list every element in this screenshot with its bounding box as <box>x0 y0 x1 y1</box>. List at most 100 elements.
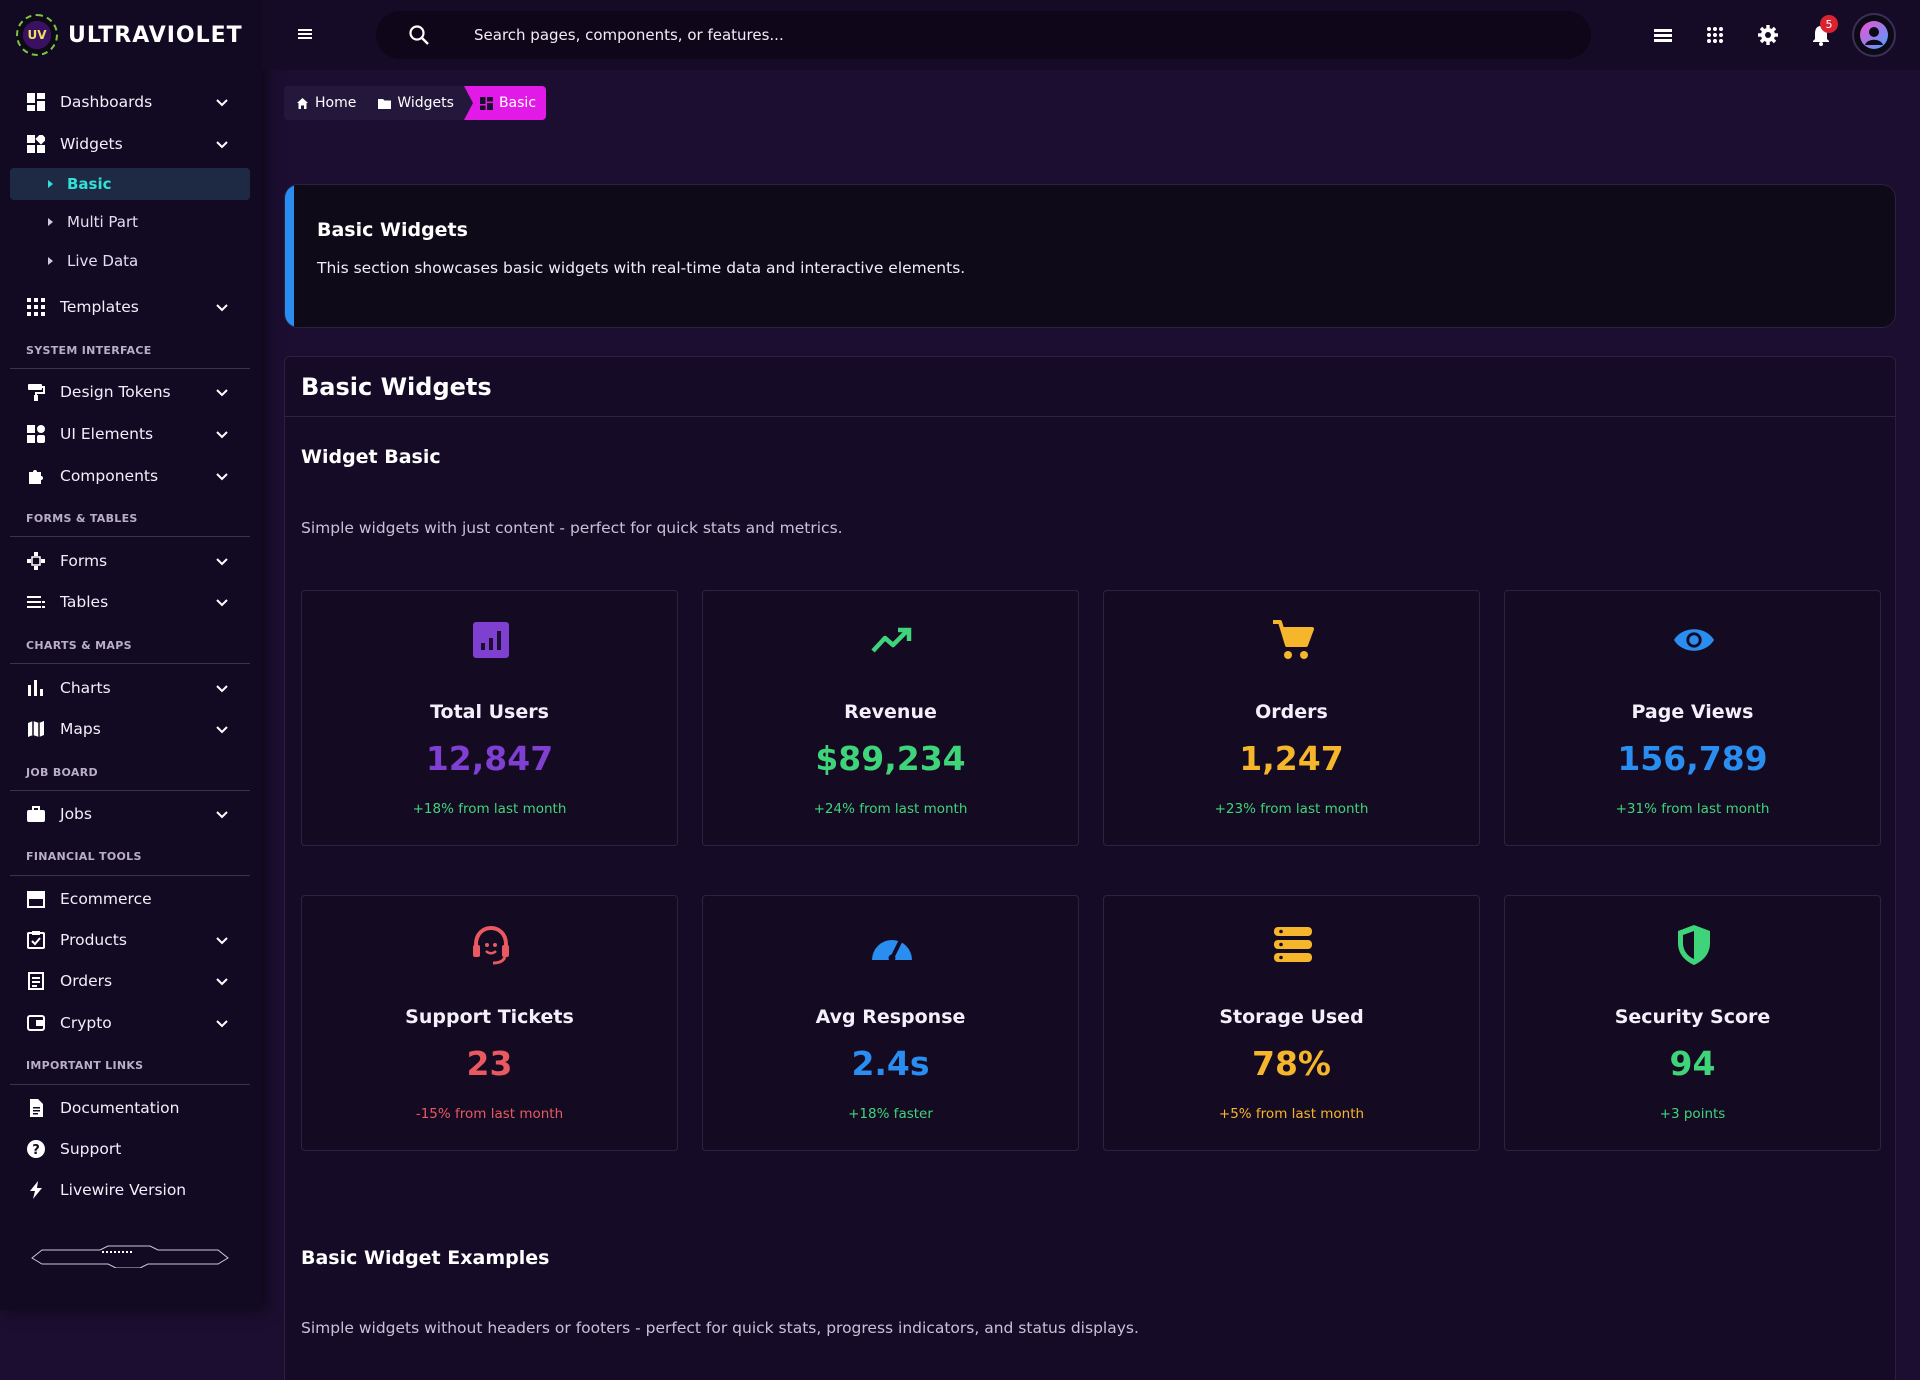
section-divider <box>10 875 250 876</box>
storage-icon <box>1272 924 1314 966</box>
sidebar-item-design-tokens[interactable]: Design Tokens <box>10 374 250 410</box>
widget-card-avg-response[interactable]: Avg Response 2.4s +18% faster <box>702 895 1079 1151</box>
search-input[interactable] <box>474 23 1474 47</box>
breadcrumb-label: Home <box>315 95 357 111</box>
intro-title: Basic Widgets <box>317 219 468 241</box>
document-icon <box>26 1098 46 1118</box>
chevron-down-icon <box>216 726 228 734</box>
sidebar-item-tables[interactable]: Tables <box>10 584 250 620</box>
widget-note: +5% from last month <box>1218 1106 1365 1122</box>
widget-value: 12,847 <box>425 739 554 778</box>
sidebar-subitem-label: Multi Part <box>67 213 139 231</box>
sidebar-item-label: Components <box>60 467 159 485</box>
widget-value: 78% <box>1252 1044 1331 1083</box>
breadcrumb-widgets[interactable]: Widgets <box>366 86 464 120</box>
widget-label: Page Views <box>1631 701 1754 723</box>
widget-card-orders[interactable]: Orders 1,247 +23% from last month <box>1103 590 1480 846</box>
chevron-down-icon <box>216 599 228 607</box>
widget-note: +18% faster <box>848 1106 933 1122</box>
speedometer-icon <box>871 924 913 966</box>
brand-logo-text: UV <box>27 28 47 42</box>
sidebar-item-dashboards[interactable]: Dashboards <box>10 84 250 120</box>
breadcrumb-label: Basic <box>498 95 537 111</box>
sidebar-subitem-live-data[interactable]: Live Data <box>10 245 250 277</box>
brand[interactable]: UV ULTRAVIOLET <box>16 14 243 56</box>
sidebar-item-maps[interactable]: Maps <box>10 711 250 747</box>
widget-note: +24% from last month <box>813 801 968 817</box>
sidebar-item-forms[interactable]: Forms <box>10 543 250 579</box>
widget-note: +18% from last month <box>412 801 567 817</box>
sidebar-subitem-basic[interactable]: Basic <box>10 168 250 200</box>
menu-icon[interactable] <box>296 25 316 43</box>
bar-chart-icon <box>26 678 46 698</box>
widget-value: $89,234 <box>815 739 966 778</box>
breadcrumb-home[interactable]: Home <box>284 86 367 120</box>
chevron-down-icon <box>216 99 228 107</box>
sidebar-item-widgets[interactable]: Widgets <box>10 126 250 162</box>
section-desc-basic-widget-examples: Simple widgets without headers or footer… <box>301 1319 1139 1337</box>
sidebar-item-livewire-version[interactable]: Livewire Version <box>10 1172 250 1208</box>
widget-card-storage-used[interactable]: Storage Used 78% +5% from last month <box>1103 895 1480 1151</box>
sidebar-item-charts[interactable]: Charts <box>10 670 250 706</box>
apps-grid-icon[interactable] <box>1704 24 1726 46</box>
sidebar-item-documentation[interactable]: Documentation <box>10 1090 250 1126</box>
sidebar-item-label: Support <box>60 1140 122 1158</box>
sidebar-item-ui-elements[interactable]: UI Elements <box>10 416 250 452</box>
headset-icon <box>470 924 512 966</box>
briefcase-icon <box>26 804 46 824</box>
sidebar-item-crypto[interactable]: Crypto <box>10 1005 250 1041</box>
widget-label: Support Tickets <box>405 1006 574 1028</box>
breadcrumb: Home Widgets Basic <box>284 86 547 120</box>
widgets-panel: Basic Widgets Widget Basic Simple widget… <box>284 356 1896 1380</box>
chart-box-icon <box>470 619 512 661</box>
sidebar-item-support[interactable]: ? Support <box>10 1131 250 1167</box>
section-label-financial-tools: FINANCIAL TOOLS <box>26 850 142 863</box>
sidebar-item-label: Ecommerce <box>60 890 152 908</box>
section-label-charts-maps: CHARTS & MAPS <box>26 639 132 652</box>
list-view-icon[interactable] <box>1652 24 1674 46</box>
widget-card-page-views[interactable]: Page Views 156,789 +31% from last month <box>1504 590 1881 846</box>
user-avatar[interactable] <box>1852 13 1896 57</box>
sidebar-item-label: Livewire Version <box>60 1181 187 1199</box>
sidebar-item-label: Design Tokens <box>60 383 171 401</box>
settings-gear-icon[interactable] <box>1757 24 1779 46</box>
caret-right-icon <box>48 257 53 265</box>
cart-icon <box>1272 619 1314 661</box>
widget-card-security-score[interactable]: Security Score 94 +3 points <box>1504 895 1881 1151</box>
search-bar <box>376 11 1591 59</box>
widget-card-total-users[interactable]: Total Users 12,847 +18% from last month <box>301 590 678 846</box>
widget-label: Avg Response <box>815 1006 966 1028</box>
section-title-widget-basic: Widget Basic <box>301 446 441 468</box>
section-label-job-board: JOB BOARD <box>26 766 98 779</box>
widget-value: 23 <box>466 1044 513 1083</box>
user-avatar-icon <box>1860 21 1888 49</box>
notification-badge: 5 <box>1820 15 1838 33</box>
sidebar-item-templates[interactable]: Templates <box>10 289 250 325</box>
sidebar-item-products[interactable]: Products <box>10 922 250 958</box>
widget-card-support-tickets[interactable]: Support Tickets 23 -15% from last month <box>301 895 678 1151</box>
widget-note: +23% from last month <box>1214 801 1369 817</box>
brand-name: ULTRAVIOLET <box>68 22 243 48</box>
forms-icon <box>26 551 46 571</box>
sidebar-item-ecommerce[interactable]: Ecommerce <box>10 881 250 917</box>
chevron-down-icon <box>216 304 228 312</box>
widget-card-revenue[interactable]: Revenue $89,234 +24% from last month <box>702 590 1079 846</box>
sidebar-item-orders[interactable]: Orders <box>10 963 250 999</box>
chevron-down-icon <box>216 473 228 481</box>
sidebar-item-jobs[interactable]: Jobs <box>10 796 250 832</box>
search-icon[interactable] <box>408 24 430 46</box>
sidebar-item-label: Maps <box>60 720 101 738</box>
chevron-down-icon <box>216 978 228 986</box>
intro-description: This section showcases basic widgets wit… <box>317 259 966 277</box>
sidebar-item-components[interactable]: Components <box>10 458 250 494</box>
widget-note: +3 points <box>1659 1106 1726 1122</box>
help-circle-icon: ? <box>26 1139 46 1159</box>
sidebar-subitem-label: Basic <box>67 175 112 193</box>
dashboard-icon <box>26 92 46 112</box>
sidebar-subitem-multi-part[interactable]: Multi Part <box>10 206 250 238</box>
sidebar-item-label: Forms <box>60 552 108 570</box>
map-icon <box>26 719 46 739</box>
section-divider <box>10 663 250 664</box>
sidebar-item-label: Templates <box>60 298 139 316</box>
chevron-down-icon <box>216 389 228 397</box>
